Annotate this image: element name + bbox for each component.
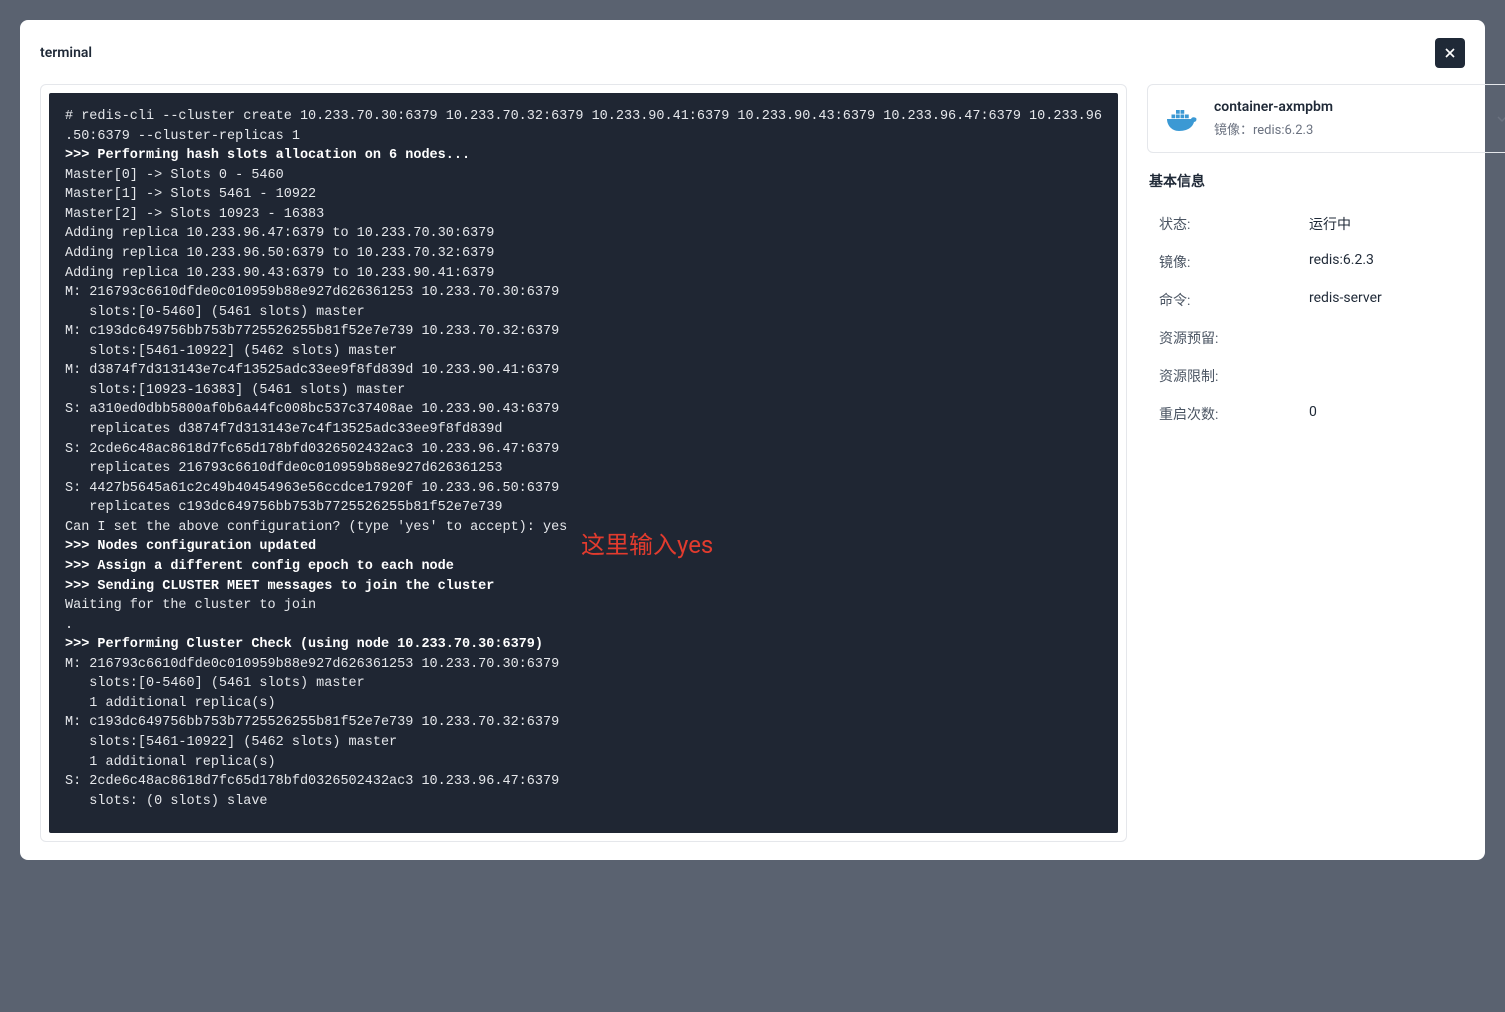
terminal-line: slots:[0-5460] (5461 slots) master [65,305,365,320]
info-value: redis:6.2.3 [1309,252,1374,272]
terminal-line: replicates 216793c6610dfde0c010959b88e92… [65,461,502,476]
info-row: 镜像:redis:6.2.3 [1147,243,1505,281]
sidebar: container-axmpbm 镜像：redis:6.2.3 基本信息 状态:… [1147,84,1505,842]
terminal-line: 1 additional replica(s) [65,696,276,711]
container-name: container-axmpbm [1214,99,1480,115]
terminal-line: M: c193dc649756bb753b7725526255b81f52e7e… [65,324,559,339]
terminal-line: Master[0] -> Slots 0 - 5460 [65,168,284,183]
terminal-line: M: d3874f7d313143e7c4f13525adc33ee9f8fd8… [65,363,559,378]
section-title: 基本信息 [1147,171,1505,191]
terminal-line: >>> Sending CLUSTER MEET messages to joi… [65,579,494,594]
terminal-line: . [65,618,73,633]
container-image-line: 镜像：redis:6.2.3 [1214,119,1480,138]
terminal-line: S: 4427b5645a61c2c49b40454963e56ccdce179… [65,481,559,496]
info-value: 0 [1309,404,1317,424]
modal-content: # redis-cli --cluster create 10.233.70.3… [40,84,1465,842]
info-row: 状态:运行中 [1147,205,1505,243]
modal-title: terminal [40,45,92,61]
chevron-down-icon [1494,111,1505,127]
terminal-line: slots:[5461-10922] (5462 slots) master [65,735,397,750]
info-row: 重启次数:0 [1147,395,1505,433]
terminal-line: replicates c193dc649756bb753b7725526255b… [65,500,502,515]
info-row: 资源限制: [1147,357,1505,395]
close-icon [1442,45,1458,61]
terminal-line: M: 216793c6610dfde0c010959b88e927d626361… [65,657,559,672]
terminal-line: replicates d3874f7d313143e7c4f13525adc33… [65,422,502,437]
terminal-line: Master[1] -> Slots 5461 - 10922 [65,187,316,202]
info-value: redis-server [1309,290,1382,310]
terminal-line: >>> Nodes configuration updated [65,539,316,554]
info-row: 资源预留: [1147,319,1505,357]
terminal-line: Adding replica 10.233.96.50:6379 to 10.2… [65,246,494,261]
terminal-line: Master[2] -> Slots 10923 - 16383 [65,207,324,222]
container-info: container-axmpbm 镜像：redis:6.2.3 [1214,99,1480,138]
container-card[interactable]: container-axmpbm 镜像：redis:6.2.3 [1147,84,1505,153]
terminal-line: M: c193dc649756bb753b7725526255b81f52e7e… [65,715,559,730]
terminal-line: Adding replica 10.233.96.47:6379 to 10.2… [65,226,494,241]
info-label: 资源预留: [1159,328,1309,348]
terminal-line: slots: (0 slots) slave [65,794,268,809]
info-list: 状态:运行中镜像:redis:6.2.3命令:redis-server资源预留:… [1147,205,1505,433]
terminal-line: S: a310ed0dbb5800af0b6a44fc008bc537c3740… [65,402,559,417]
terminal-line: S: 2cde6c48ac8618d7fc65d178bfd0326502432… [65,442,559,457]
terminal-line: Can I set the above configuration? (type… [65,520,567,535]
info-label: 命令: [1159,290,1309,310]
terminal-line: S: 2cde6c48ac8618d7fc65d178bfd0326502432… [65,774,559,789]
info-label: 资源限制: [1159,366,1309,386]
terminal-line: M: 216793c6610dfde0c010959b88e927d626361… [65,285,559,300]
terminal-line: # redis-cli --cluster create 10.233.70.3… [65,109,1102,144]
close-button[interactable] [1435,38,1465,68]
info-label: 镜像: [1159,252,1309,272]
terminal-line: Adding replica 10.233.90.43:6379 to 10.2… [65,266,494,281]
docker-whale-icon [1164,105,1200,133]
info-row: 命令:redis-server [1147,281,1505,319]
terminal-line: >>> Performing Cluster Check (using node… [65,637,543,652]
terminal-line: >>> Assign a different config epoch to e… [65,559,454,574]
terminal-line: >>> Performing hash slots allocation on … [65,148,470,163]
terminal-output[interactable]: # redis-cli --cluster create 10.233.70.3… [49,93,1118,833]
terminal-line: slots:[5461-10922] (5462 slots) master [65,344,397,359]
terminal-modal: terminal # redis-cli --cluster create 10… [20,20,1485,860]
info-label: 重启次数: [1159,404,1309,424]
info-value: 运行中 [1309,214,1351,234]
info-label: 状态: [1159,214,1309,234]
terminal-line: slots:[10923-16383] (5461 slots) master [65,383,405,398]
terminal-line: slots:[0-5460] (5461 slots) master [65,676,365,691]
terminal-panel: # redis-cli --cluster create 10.233.70.3… [40,84,1127,842]
terminal-line: Waiting for the cluster to join [65,598,316,613]
modal-header: terminal [40,38,1465,68]
terminal-line: 1 additional replica(s) [65,755,276,770]
